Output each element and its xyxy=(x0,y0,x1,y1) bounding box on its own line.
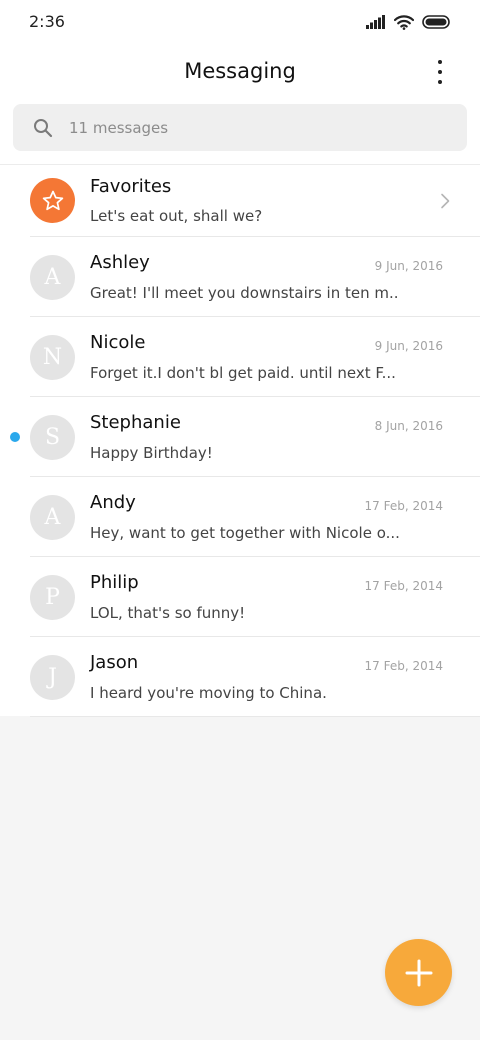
message-date: 9 Jun, 2016 xyxy=(374,259,443,273)
avatar: S xyxy=(30,415,75,460)
message-date: 17 Feb, 2014 xyxy=(364,579,444,593)
status-time: 2:36 xyxy=(29,12,65,31)
star-icon xyxy=(42,190,63,210)
message-preview: Happy Birthday! xyxy=(90,444,213,462)
conversation-item-ashley[interactable]: A Ashley 9 Jun, 2016 Great! I'll meet yo… xyxy=(0,237,480,317)
avatar: N xyxy=(30,335,75,380)
contact-name: Ashley xyxy=(90,252,150,273)
contact-name: Favorites xyxy=(90,176,172,197)
avatar: A xyxy=(30,495,75,540)
message-preview: I heard you're moving to China. xyxy=(90,684,327,702)
favorites-avatar xyxy=(30,178,75,223)
new-message-button[interactable] xyxy=(385,939,452,1006)
conversation-item-jason[interactable]: J Jason 17 Feb, 2014 I heard you're movi… xyxy=(0,637,480,717)
contact-name: Andy xyxy=(90,492,136,513)
top-panel: 2:36 Messaging 11 messages Favorites Let… xyxy=(0,0,480,717)
contact-name: Nicole xyxy=(90,332,146,353)
message-preview: Hey, want to get together with Nicole o.… xyxy=(90,524,400,542)
search-bar[interactable] xyxy=(13,104,467,151)
message-date: 8 Jun, 2016 xyxy=(374,419,443,433)
unread-indicator xyxy=(10,432,20,442)
message-date: 17 Feb, 2014 xyxy=(364,659,444,673)
app-bar: Messaging xyxy=(0,44,480,100)
avatar: P xyxy=(30,575,75,620)
message-preview: LOL, that's so funny! xyxy=(90,604,246,622)
more-vertical-icon xyxy=(438,60,442,64)
plus-icon xyxy=(405,959,432,986)
contact-name: Stephanie xyxy=(90,412,181,433)
more-options-button[interactable] xyxy=(426,58,454,86)
wifi-icon xyxy=(394,14,414,30)
conversation-item-philip[interactable]: P Philip 17 Feb, 2014 LOL, that's so fun… xyxy=(0,557,480,637)
message-date: 17 Feb, 2014 xyxy=(364,499,444,513)
signal-icon xyxy=(366,15,385,29)
search-icon xyxy=(34,119,53,138)
divider xyxy=(30,716,480,717)
status-icons xyxy=(366,12,452,32)
status-bar: 2:36 xyxy=(0,0,480,44)
more-vertical-icon xyxy=(438,80,442,84)
avatar: A xyxy=(30,255,75,300)
message-preview: Great! I'll meet you downstairs in ten m… xyxy=(90,284,400,302)
more-vertical-icon xyxy=(438,70,442,74)
message-preview: Let's eat out, shall we? xyxy=(90,207,263,225)
avatar: J xyxy=(30,655,75,700)
message-list: Favorites Let's eat out, shall we? A Ash… xyxy=(0,165,480,717)
favorites-item[interactable]: Favorites Let's eat out, shall we? xyxy=(0,165,480,237)
search-input[interactable] xyxy=(69,104,439,151)
page-title: Messaging xyxy=(184,59,296,83)
chevron-right-icon xyxy=(441,193,450,209)
contact-name: Jason xyxy=(90,652,139,673)
conversation-item-andy[interactable]: A Andy 17 Feb, 2014 Hey, want to get tog… xyxy=(0,477,480,557)
battery-icon xyxy=(422,15,450,29)
message-preview: Forget it.I don't bl get paid. until nex… xyxy=(90,364,396,382)
message-date: 9 Jun, 2016 xyxy=(374,339,443,353)
conversation-item-stephanie[interactable]: S Stephanie 8 Jun, 2016 Happy Birthday! xyxy=(0,397,480,477)
contact-name: Philip xyxy=(90,572,139,593)
conversation-item-nicole[interactable]: N Nicole 9 Jun, 2016 Forget it.I don't b… xyxy=(0,317,480,397)
